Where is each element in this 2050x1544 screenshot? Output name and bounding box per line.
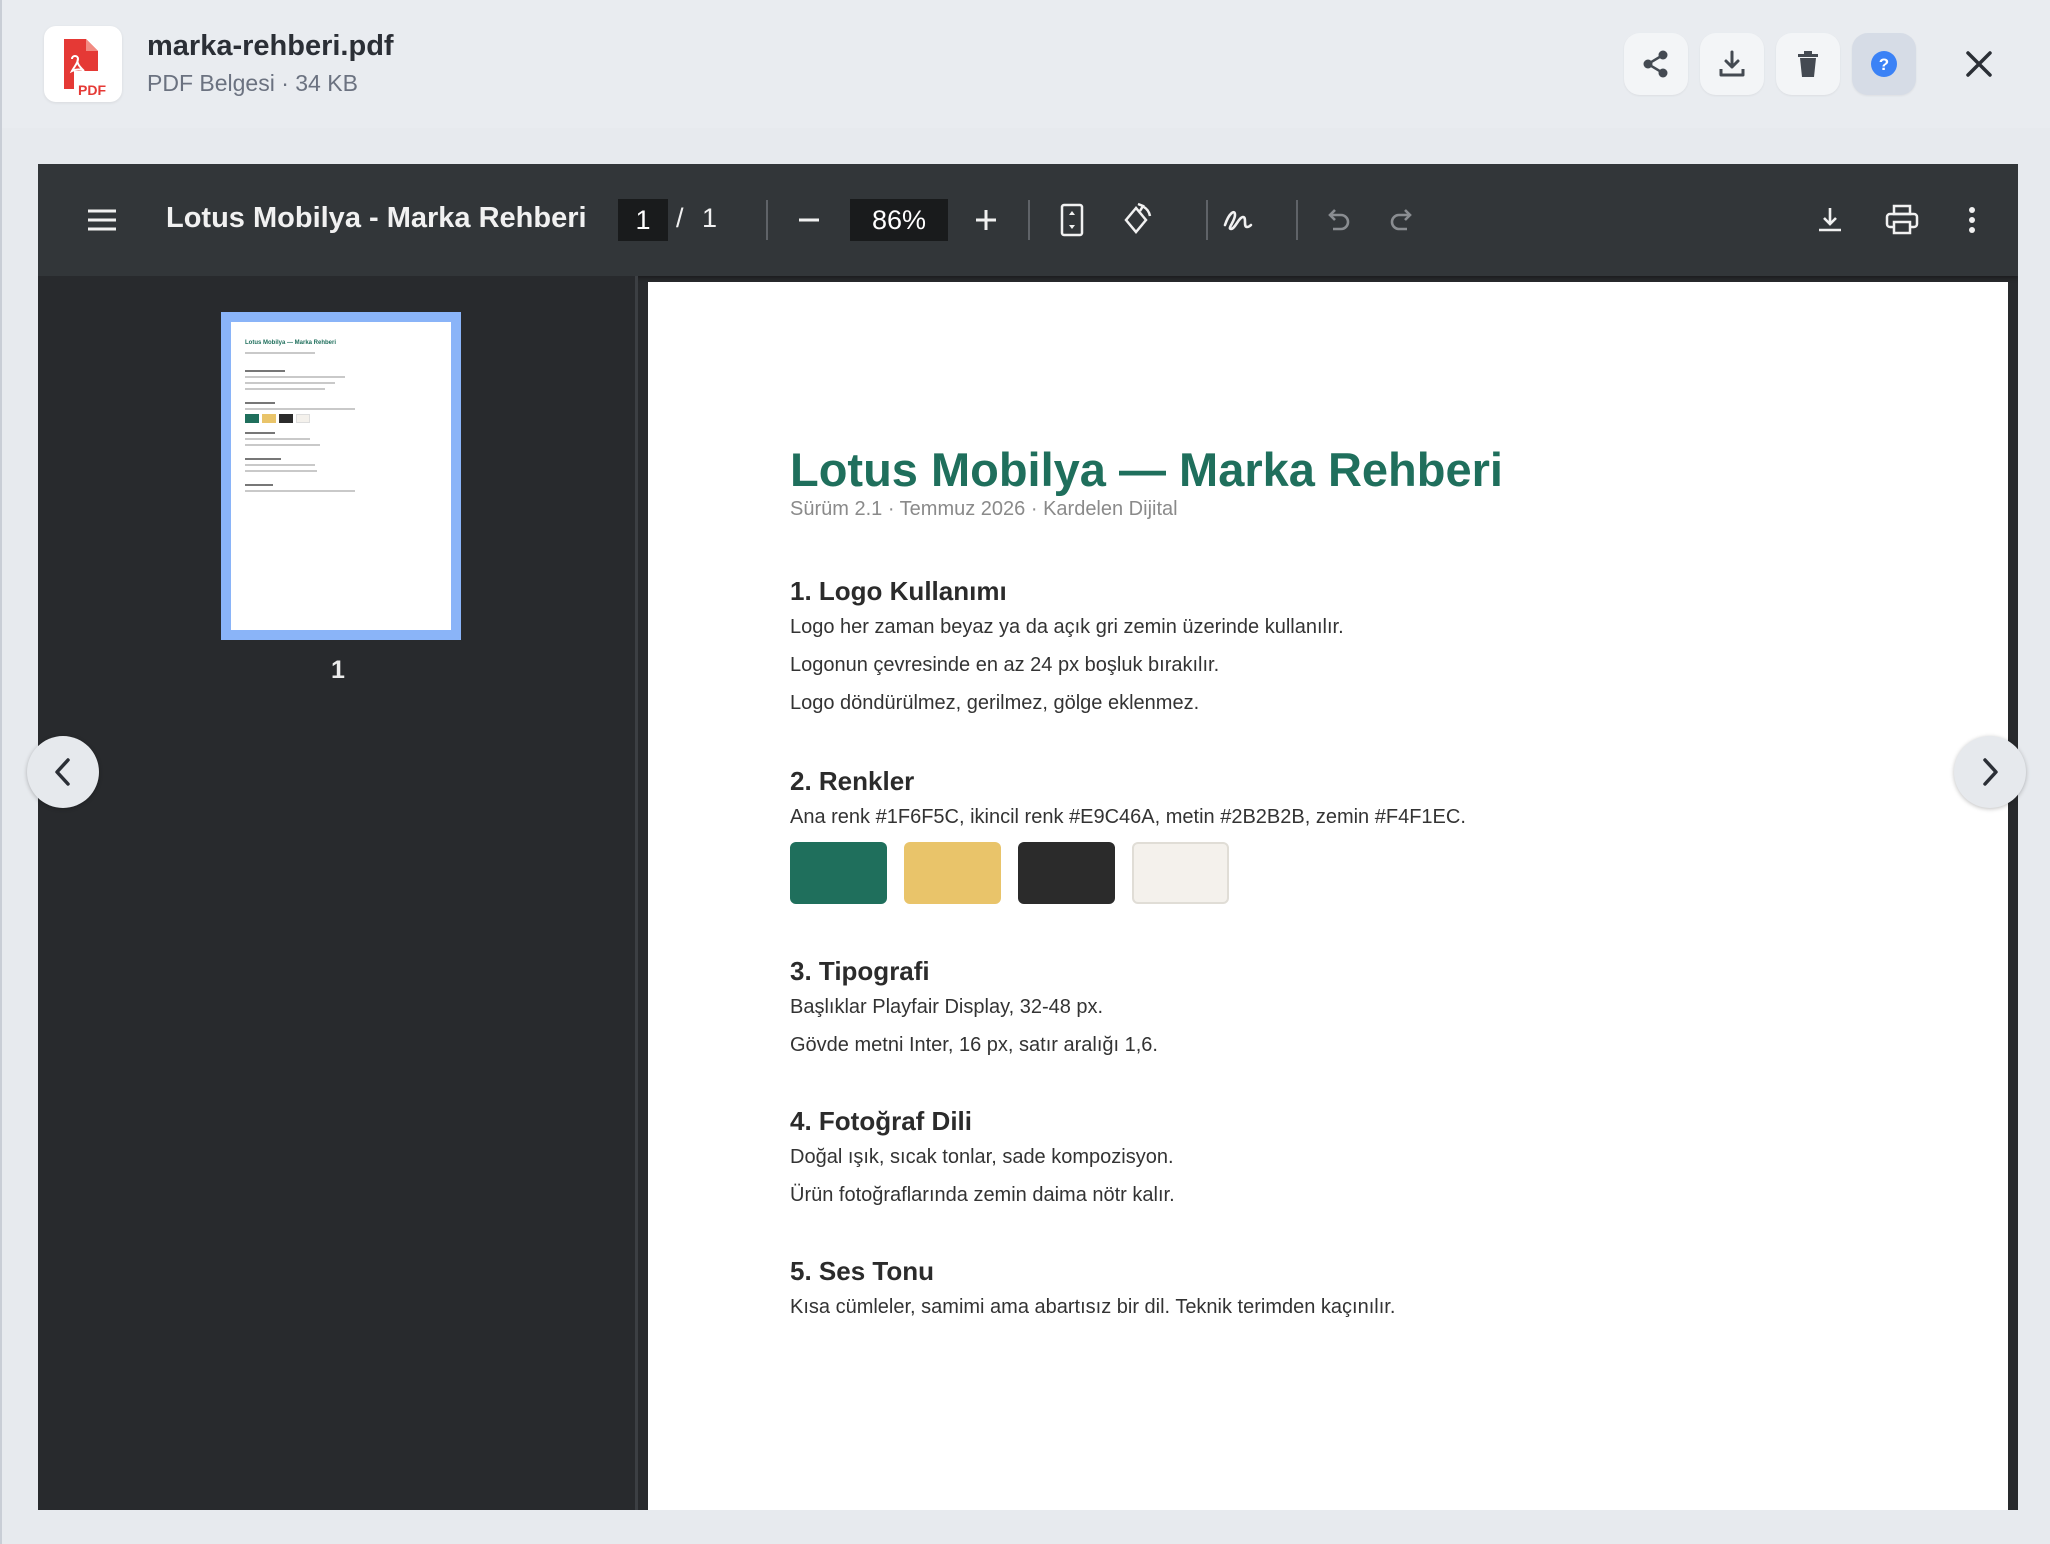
zoom-in-button[interactable] [964, 198, 1008, 242]
section-line: Kısa cümleler, samimi ama abartısız bir … [790, 1296, 1396, 1318]
pdf-page: Lotus Mobilya — Marka Rehberi Sürüm 2.1 … [648, 282, 2008, 1510]
redo-button[interactable] [1380, 198, 1424, 242]
thumb-line [245, 484, 273, 486]
file-name: marka-rehberi.pdf [147, 30, 394, 62]
minus-icon [799, 218, 819, 222]
pdf-viewer: Lotus Mobilya - Marka Rehberi 1 / 1 86% [38, 164, 2018, 1510]
close-icon [1966, 51, 1992, 77]
thumb-line [245, 408, 355, 410]
download-icon [1819, 208, 1841, 232]
viewer-download-button[interactable] [1808, 198, 1852, 242]
section-heading: 2. Renkler [790, 766, 915, 796]
pdf-label: PDF [78, 82, 106, 98]
previous-file-button[interactable] [27, 736, 99, 808]
thumb-swatch [262, 414, 276, 423]
rotate-icon [1124, 202, 1152, 234]
help-icon: ? [1871, 51, 1897, 77]
thumb-line [245, 458, 281, 460]
help-button[interactable]: ? [1852, 33, 1916, 95]
toolbar-divider [1296, 200, 1298, 240]
thumb-line [245, 352, 315, 354]
thumb-line [245, 464, 315, 466]
pdf-toolbar: Lotus Mobilya - Marka Rehberi 1 / 1 86% [38, 164, 2018, 276]
thumb-line [245, 388, 325, 390]
print-icon [1885, 204, 1919, 235]
section-line: Ürün fotoğraflarında zemin daima nötr ka… [790, 1184, 1175, 1206]
color-swatch-primary [790, 842, 887, 904]
chevron-left-icon [55, 758, 70, 786]
download-icon [1719, 50, 1745, 77]
more-options-button[interactable] [1950, 198, 1994, 242]
pdf-document-title: Lotus Mobilya — Marka Rehberi [790, 443, 1503, 496]
section-heading: 1. Logo Kullanımı [790, 576, 1007, 606]
menu-button[interactable] [80, 198, 124, 242]
page-total: 1 [702, 203, 718, 233]
thumb-swatch [245, 414, 259, 423]
fit-page-icon [1060, 203, 1084, 237]
plus-icon [976, 210, 996, 230]
color-swatch-secondary [904, 842, 1001, 904]
zoom-out-button[interactable] [787, 198, 831, 242]
thumb-line [245, 432, 275, 434]
download-button[interactable] [1700, 33, 1764, 95]
delete-button[interactable] [1776, 33, 1840, 95]
thumb-swatch [296, 414, 310, 423]
share-icon [1643, 50, 1668, 78]
section-heading: 5. Ses Tonu [790, 1256, 934, 1286]
document-title: Lotus Mobilya - Marka Rehberi [166, 202, 587, 234]
file-meta: PDF Belgesi · 34 KB [147, 70, 358, 96]
thumb-line [245, 382, 335, 384]
color-swatch-background [1132, 842, 1229, 904]
section-line: Doğal ışık, sıcak tonlar, sade kompozisy… [790, 1146, 1174, 1168]
section-line: Ana renk #1F6F5C, ikincil renk #E9C46A, … [790, 806, 1466, 828]
annotate-button[interactable] [1216, 198, 1260, 242]
thumb-line [245, 438, 310, 440]
section-line: Logo döndürülmez, gerilmez, gölge eklenm… [790, 692, 1200, 714]
thumb-line [245, 490, 355, 492]
trash-icon [1798, 51, 1818, 77]
toolbar-divider [766, 200, 768, 240]
thumb-line [245, 470, 317, 472]
section-heading: 4. Fotoğraf Dili [790, 1106, 972, 1136]
section-line: Logo her zaman beyaz ya da açık gri zemi… [790, 616, 1344, 638]
preview-header: PDF marka-rehberi.pdf PDF Belgesi · 34 K… [2, 0, 2050, 128]
redo-icon [1390, 209, 1412, 231]
close-button[interactable] [1948, 33, 2010, 95]
pdf-file-icon: PDF [44, 26, 122, 102]
undo-icon [1328, 209, 1350, 231]
chevron-right-icon [1983, 758, 1998, 786]
svg-text:?: ? [1879, 55, 1889, 74]
thumbnail-page-number: 1 [331, 656, 345, 684]
share-button[interactable] [1624, 33, 1688, 95]
section-line: Başlıklar Playfair Display, 32-48 px. [790, 996, 1104, 1018]
section-line: Logonun çevresinde en az 24 px boşluk bı… [790, 654, 1220, 676]
toolbar-divider [1206, 200, 1208, 240]
thumb-line [245, 444, 320, 446]
print-button[interactable] [1880, 198, 1924, 242]
page-separator: / [676, 203, 684, 233]
fit-page-button[interactable] [1050, 198, 1094, 242]
rotate-button[interactable] [1114, 198, 1158, 242]
undo-button[interactable] [1316, 198, 1360, 242]
thumb-line [245, 370, 285, 372]
toolbar-divider [1028, 200, 1030, 240]
menu-icon [88, 209, 116, 231]
annotate-icon [1223, 211, 1253, 231]
thumb-swatch [279, 414, 293, 423]
thumb-line [245, 402, 275, 404]
page-number-input[interactable]: 1 [618, 199, 668, 241]
section-line: Gövde metni Inter, 16 px, satır aralığı … [790, 1034, 1158, 1056]
color-swatch-text [1018, 842, 1115, 904]
pdf-document-subtitle: Sürüm 2.1 · Temmuz 2026 · Kardelen Dijit… [790, 498, 1178, 520]
page-thumbnail[interactable]: Lotus Mobilya — Marka Rehberi [221, 312, 461, 640]
next-file-button[interactable] [1954, 736, 2026, 808]
section-heading: 3. Tipografi [790, 956, 930, 986]
more-vert-icon [1969, 207, 1975, 233]
file-preview-modal: PDF marka-rehberi.pdf PDF Belgesi · 34 K… [0, 0, 2050, 1544]
zoom-input[interactable]: 86% [850, 199, 948, 241]
thumbnail-sidebar: Lotus Mobilya — Marka Rehberi 1 [38, 276, 638, 1510]
thumb-title: Lotus Mobilya — Marka Rehberi [245, 340, 337, 346]
thumb-line [245, 376, 345, 378]
